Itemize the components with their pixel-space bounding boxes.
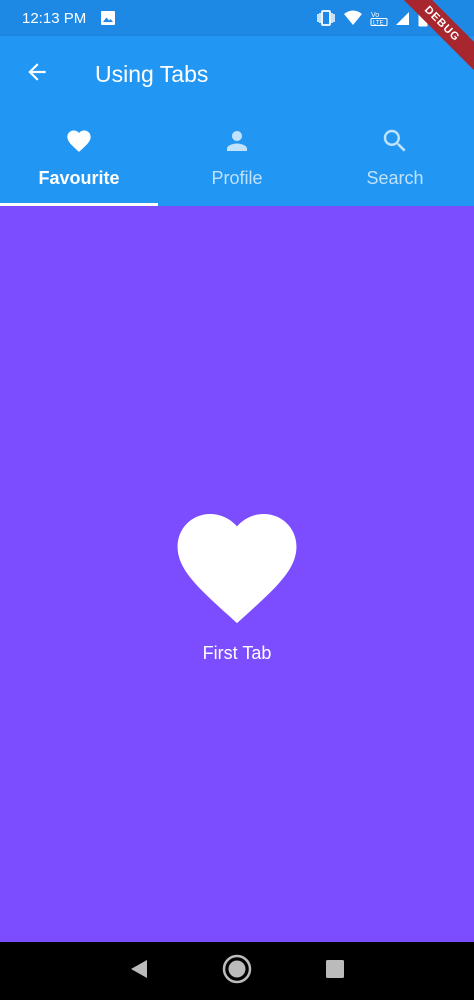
search-icon	[380, 126, 410, 156]
home-circle-icon	[222, 954, 252, 989]
tab-search[interactable]: Search	[316, 112, 474, 206]
app-bar: Using Tabs Favourite Profile Search	[0, 36, 474, 206]
recents-square-icon	[325, 959, 345, 984]
back-button[interactable]	[0, 36, 74, 112]
svg-text:Vo: Vo	[371, 12, 379, 19]
tab-label-search: Search	[366, 168, 424, 188]
status-bar: 12:13 PM Vo LTE	[0, 0, 474, 36]
arrow-back-icon	[24, 59, 50, 90]
heart-icon	[177, 514, 297, 629]
tab-bar: Favourite Profile Search	[0, 112, 474, 206]
tab-label-favourite: Favourite	[38, 168, 120, 188]
system-nav-bar	[0, 942, 474, 1000]
tab-favourite[interactable]: Favourite	[0, 112, 158, 206]
svg-text:LTE: LTE	[373, 21, 384, 27]
tab-label-profile: Profile	[211, 168, 263, 188]
heart-icon	[64, 126, 94, 156]
status-time: 12:13 PM	[22, 9, 87, 27]
nav-back-button[interactable]	[119, 951, 159, 991]
image-icon	[100, 10, 116, 26]
back-triangle-icon	[129, 959, 149, 984]
nav-home-button[interactable]	[217, 951, 257, 991]
person-icon	[222, 126, 252, 156]
page-title: Using Tabs	[95, 60, 209, 87]
vibrate-icon	[316, 10, 336, 26]
content-label: First Tab	[202, 643, 272, 663]
volte-icon: Vo LTE	[370, 10, 388, 26]
tab-content: First Tab	[0, 206, 474, 942]
nav-recents-button[interactable]	[315, 951, 355, 991]
wifi-icon	[344, 10, 362, 26]
signal-icon	[396, 10, 410, 26]
tab-profile[interactable]: Profile	[158, 112, 316, 206]
toolbar: Using Tabs	[0, 36, 474, 112]
